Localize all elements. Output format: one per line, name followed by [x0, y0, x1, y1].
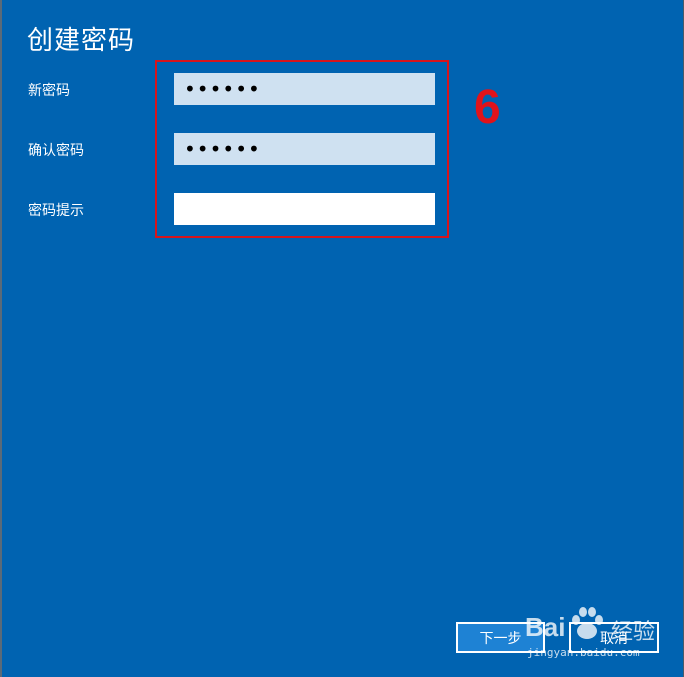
- new-password-field[interactable]: ••••••: [174, 73, 435, 105]
- password-hint-field[interactable]: [174, 193, 435, 225]
- cancel-button[interactable]: 取消: [569, 622, 659, 653]
- confirm-password-label: 确认密码: [28, 143, 84, 159]
- confirm-password-field[interactable]: ••••••: [174, 133, 435, 165]
- password-hint-label: 密码提示: [28, 203, 84, 219]
- step-number-annotation: 6: [474, 81, 501, 134]
- new-password-label: 新密码: [28, 83, 70, 99]
- page-title: 创建密码: [27, 26, 136, 56]
- next-button[interactable]: 下一步: [456, 622, 545, 653]
- create-password-dialog: 创建密码 新密码 •••••• 确认密码 •••••• 密码提示 6 下一步 取…: [0, 0, 684, 677]
